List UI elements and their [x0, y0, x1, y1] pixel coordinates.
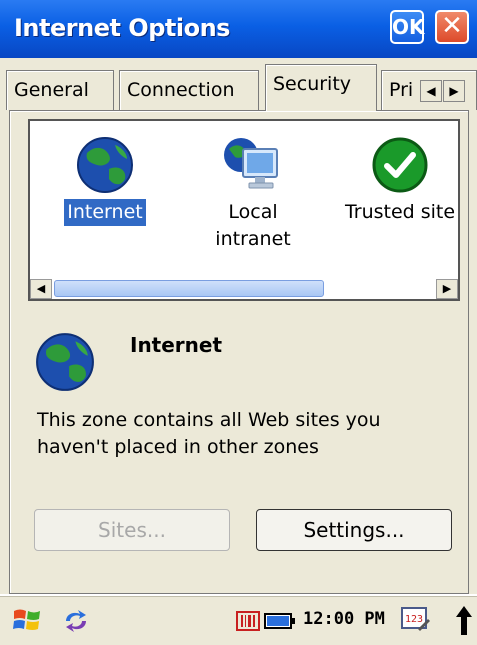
- zone-label-intranet-line2: intranet: [215, 228, 291, 250]
- battery-icon: [264, 613, 295, 629]
- globe-icon: [36, 333, 94, 391]
- scroll-right-icon[interactable]: ▶: [436, 279, 458, 299]
- barcode-scanner-icon: [236, 611, 260, 631]
- window-title: Internet Options: [14, 14, 230, 42]
- globe-icon: [77, 137, 133, 193]
- sites-button[interactable]: Sites...: [34, 509, 230, 551]
- up-arrow-icon[interactable]: [455, 605, 473, 637]
- selected-zone-icon: [34, 331, 96, 397]
- tab-scroll-right-icon[interactable]: ▶: [443, 80, 465, 102]
- taskbar-clock[interactable]: 12:00 PM: [303, 609, 385, 629]
- zone-label-trusted: Trusted site: [344, 201, 456, 223]
- tab-strip: General Connection Security Pri ◀ ▶: [0, 58, 477, 118]
- title-bar: Internet Options OK ✕: [0, 0, 477, 58]
- close-button[interactable]: ✕: [435, 10, 469, 44]
- trusted-check-icon: [372, 137, 428, 193]
- scroll-left-icon[interactable]: ◀: [30, 279, 52, 299]
- svg-text:123: 123: [405, 614, 423, 625]
- network-sync-icon[interactable]: [62, 609, 90, 633]
- zone-item-trusted-sites[interactable]: Trusted site: [335, 135, 458, 226]
- ok-button[interactable]: OK: [390, 10, 425, 44]
- scroll-thumb[interactable]: [54, 280, 324, 297]
- start-windows-icon[interactable]: [12, 605, 44, 635]
- security-panel: Internet Local intranet Trusted site ◀ ▶…: [9, 110, 469, 594]
- input-panel-keyboard-icon[interactable]: 123: [400, 605, 430, 635]
- tab-connection[interactable]: Connection: [119, 70, 259, 110]
- selected-zone-name: Internet: [130, 333, 223, 357]
- zone-item-local-intranet[interactable]: Local intranet: [188, 135, 318, 253]
- taskbar: 12:00 PM 123: [0, 596, 477, 645]
- zone-label-internet: Internet: [64, 199, 146, 226]
- selected-zone-description: This zone contains all Web sites you hav…: [37, 409, 381, 458]
- tab-scroll-left-icon[interactable]: ◀: [420, 80, 442, 102]
- zone-item-internet[interactable]: Internet: [40, 135, 170, 226]
- tab-general[interactable]: General: [6, 70, 114, 110]
- tab-security[interactable]: Security: [265, 64, 377, 111]
- settings-button[interactable]: Settings...: [256, 509, 452, 551]
- intranet-monitor-icon: [224, 138, 278, 189]
- zone-list[interactable]: Internet Local intranet Trusted site ◀ ▶: [28, 119, 460, 301]
- zone-list-scrollbar[interactable]: ◀ ▶: [30, 279, 458, 299]
- zone-label-intranet-line1: Local: [228, 201, 278, 223]
